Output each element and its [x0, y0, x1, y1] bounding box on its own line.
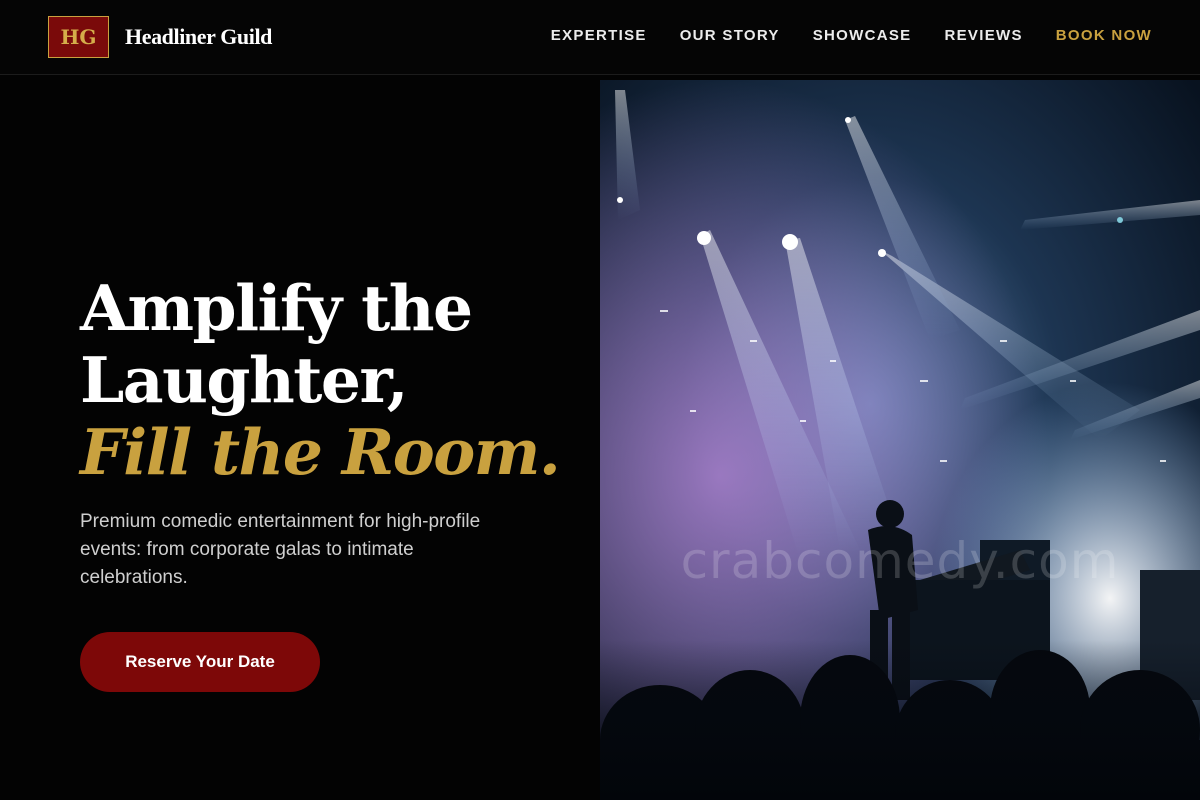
logo-mark: HG: [48, 16, 109, 58]
main-nav: EXPERTISE OUR STORY SHOWCASE REVIEWS BOO…: [551, 0, 1152, 70]
hero-title: Amplify the Laughter, Fill the Room.: [80, 272, 570, 488]
hero-subtitle: Premium comedic entertainment for high-p…: [80, 511, 481, 588]
hero-title-line-1: Amplify the: [80, 271, 473, 345]
nav-link-showcase[interactable]: SHOWCASE: [813, 27, 912, 44]
nav-link-expertise[interactable]: EXPERTISE: [551, 27, 647, 44]
nav-book-now-link[interactable]: BOOK NOW: [1056, 27, 1152, 44]
reserve-date-button[interactable]: Reserve Your Date: [80, 632, 320, 692]
nav-link-our-story[interactable]: OUR STORY: [680, 27, 780, 44]
hero-title-line-2: Laughter,: [80, 343, 409, 417]
image-watermark: crabcomedy.com: [680, 532, 1120, 590]
nav-link-reviews[interactable]: REVIEWS: [944, 27, 1022, 44]
brand-name: Headliner Guild: [125, 24, 273, 49]
brand-logo[interactable]: HG Headliner Guild: [48, 16, 272, 58]
concert-stage-photo: crabcomedy.com: [600, 80, 1200, 800]
hero-title-accent: Fill the Room.: [80, 415, 561, 489]
hero-section: Amplify the Laughter, Fill the Room. Pre…: [80, 272, 570, 692]
stage-illustration: [600, 80, 1200, 800]
site-header: HG Headliner Guild EXPERTISE OUR STORY S…: [0, 0, 1200, 75]
